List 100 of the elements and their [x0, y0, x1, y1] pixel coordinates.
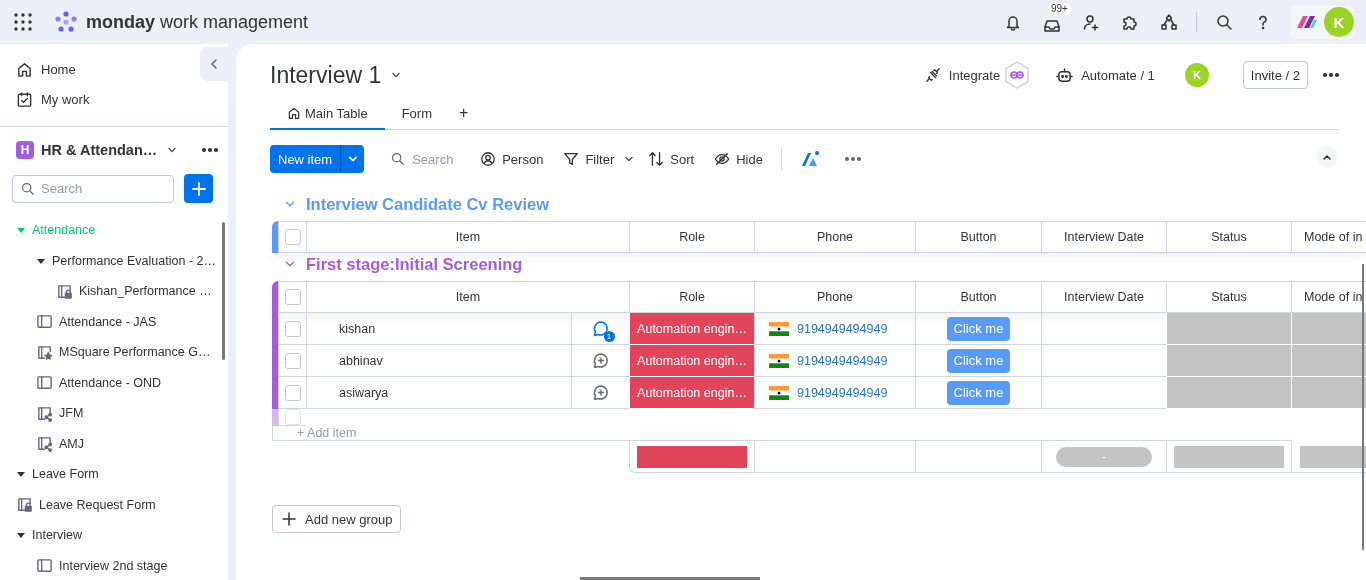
search-field[interactable]: Search: [12, 174, 174, 203]
column-header[interactable]: Mode of in: [1291, 221, 1366, 253]
view-tab[interactable]: Main Table: [270, 98, 385, 130]
tree-item[interactable]: Leave Request Form: [0, 489, 228, 520]
status-label[interactable]: Automation engin…: [629, 345, 754, 377]
chevron-left-icon: [208, 58, 220, 70]
tree-item[interactable]: Attendance - JAS: [0, 306, 228, 337]
integrations-icon: [1160, 13, 1178, 31]
checkbox[interactable]: [284, 352, 301, 369]
app-logo-icon[interactable]: [1296, 15, 1318, 29]
tree-item[interactable]: Interview 2nd stage: [0, 550, 228, 580]
column-header[interactable]: Status: [1166, 221, 1291, 253]
checkbox[interactable]: [284, 384, 301, 401]
add-comment-icon[interactable]: [591, 383, 610, 402]
status-label[interactable]: Automation engin…: [629, 313, 754, 345]
column-header[interactable]: Role: [629, 221, 754, 253]
column-header[interactable]: Item: [306, 281, 629, 313]
tree-item[interactable]: AMJ: [0, 428, 228, 459]
nav-item[interactable]: Home: [16, 54, 76, 84]
phone-link[interactable]: 9194949494949: [797, 385, 888, 400]
column-header[interactable]: Button: [915, 221, 1041, 253]
add-button[interactable]: [184, 174, 213, 203]
notification-badge: 99+: [1048, 3, 1071, 15]
home-icon: [287, 106, 301, 120]
tree-folder[interactable]: Performance Evaluation - 2…: [0, 245, 228, 276]
chevron-up-icon: [1322, 152, 1332, 162]
status-cell[interactable]: [1291, 377, 1366, 409]
panel-star-icon: [36, 343, 53, 361]
phone-link[interactable]: 9194949494949: [797, 321, 888, 336]
search-field[interactable]: Search: [382, 145, 469, 173]
panel-icon: [36, 557, 53, 575]
column-header[interactable]: Item: [306, 221, 629, 253]
item-name[interactable]: kishan: [306, 313, 571, 345]
column-header[interactable]: Interview Date: [1041, 281, 1166, 313]
checkbox[interactable]: [284, 229, 301, 245]
filter-button[interactable]: Filter: [555, 145, 623, 173]
tree-folder[interactable]: Leave Form: [0, 459, 228, 490]
apps-grid-icon[interactable]: [14, 13, 32, 31]
tree-item[interactable]: MSquare Performance G…: [0, 337, 228, 368]
inbox-icon: [1043, 17, 1061, 35]
notifications-icon: [1004, 13, 1022, 31]
nav-item[interactable]: My work: [16, 84, 90, 114]
tree-folder[interactable]: Interview: [0, 520, 228, 551]
status-cell[interactable]: [1166, 313, 1291, 345]
status-cell[interactable]: [1166, 345, 1291, 377]
add-view-button[interactable]: +: [449, 97, 479, 129]
comment-count-badge: 1: [603, 330, 615, 342]
search-icon: [390, 151, 406, 166]
search-icon: [1215, 13, 1233, 31]
integrate-button[interactable]: Integrate: [924, 67, 1001, 83]
robot-icon: [1056, 66, 1074, 84]
column-header[interactable]: Interview Date: [1041, 221, 1166, 253]
column-header[interactable]: Button: [915, 281, 1041, 313]
date-summary-pill: -: [1056, 446, 1152, 467]
flag-icon: [769, 353, 789, 368]
panel-lock-icon: [16, 496, 33, 514]
hide-button[interactable]: Hide: [706, 145, 771, 173]
board-title[interactable]: Interview 1: [270, 61, 382, 89]
checkbox[interactable]: [284, 320, 301, 337]
brand-name: monday work management: [86, 11, 309, 33]
sort-button[interactable]: Sort: [640, 145, 703, 173]
collapse-header-button[interactable]: [1316, 146, 1338, 168]
person-icon: [480, 151, 497, 167]
item-name[interactable]: asiwarya: [306, 377, 571, 409]
flag-icon: [769, 321, 789, 336]
phone-link[interactable]: 9194949494949: [797, 353, 888, 368]
scrollbar[interactable]: [580, 577, 760, 580]
tree-item[interactable]: Kishan_Performance …: [0, 276, 228, 307]
panel-lock-icon: [56, 282, 73, 300]
automate-button[interactable]: Automate / 1: [1056, 66, 1155, 84]
status-cell[interactable]: [1291, 313, 1366, 345]
status-cell[interactable]: [1291, 345, 1366, 377]
scrollbar[interactable]: [1362, 264, 1364, 550]
flag-icon: [769, 385, 789, 400]
filter-icon: [563, 151, 580, 167]
hide-icon: [714, 151, 731, 167]
scrollbar[interactable]: [222, 222, 225, 360]
tree-item[interactable]: Attendance - OND: [0, 367, 228, 398]
person-button[interactable]: Person: [472, 145, 552, 173]
invite-button[interactable]: Invite / 2: [1242, 61, 1308, 89]
add-group-button[interactable]: Add new group: [272, 505, 402, 533]
panel-icon: [36, 374, 53, 392]
column-header[interactable]: Phone: [754, 281, 915, 313]
link-hexagon-icon[interactable]: [1004, 61, 1031, 89]
ai-assistant-icon[interactable]: [799, 150, 820, 168]
checkbox[interactable]: [284, 409, 301, 425]
item-name[interactable]: abhinav: [306, 345, 571, 377]
view-tab[interactable]: Form: [384, 98, 449, 130]
workspace-name[interactable]: HR & Attendan…: [41, 142, 158, 158]
add-comment-icon[interactable]: [591, 351, 610, 370]
panel-share-icon: [36, 435, 53, 453]
status-cell[interactable]: [1166, 377, 1291, 409]
column-header[interactable]: Phone: [754, 221, 915, 253]
tree-item[interactable]: JFM: [0, 398, 228, 429]
workspace-badge: H: [16, 141, 34, 159]
collapse-sidebar-button[interactable]: [200, 47, 228, 81]
comment-icon[interactable]: [591, 319, 610, 338]
group-title[interactable]: First stage:Initial Screening: [306, 254, 523, 274]
status-label[interactable]: Automation engin…: [629, 377, 754, 409]
checkbox[interactable]: [284, 289, 301, 305]
